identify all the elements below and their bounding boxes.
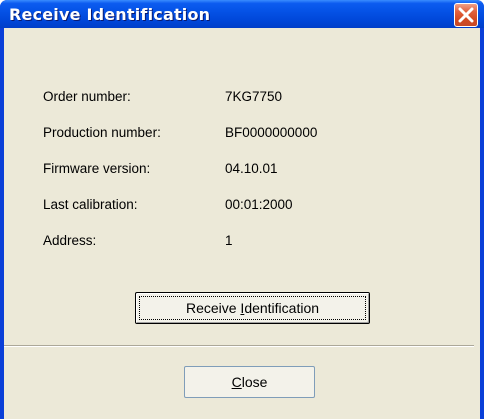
title-bar[interactable]: Receive Identification [0,0,484,28]
dialog-content: Order number: 7KG7750 Production number:… [4,28,480,419]
production-number-label: Production number: [43,125,161,140]
title-close-button[interactable] [454,3,478,27]
window-title: Receive Identification [9,5,211,24]
last-calibration-label: Last calibration: [43,197,138,212]
order-number-value: 7KG7750 [225,89,283,104]
dialog-window: Receive Identification Order number: 7KG… [0,0,484,419]
close-button[interactable]: Close [184,366,315,398]
address-value: 1 [225,233,233,248]
receive-identification-button-label: Receive Identification [185,300,320,316]
firmware-version-label: Firmware version: [43,161,151,176]
order-number-label: Order number: [43,89,131,104]
production-number-value: BF0000000000 [225,125,318,140]
close-icon [458,7,474,23]
separator-line [4,345,474,347]
last-calibration-value: 00:01:2000 [225,197,293,212]
firmware-version-value: 04.10.01 [225,161,278,176]
address-label: Address: [43,233,97,248]
close-button-label: Close [231,374,268,390]
receive-identification-button[interactable]: Receive Identification [135,292,370,324]
